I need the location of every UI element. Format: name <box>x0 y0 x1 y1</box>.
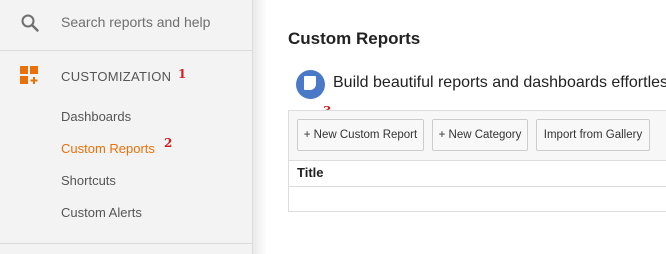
annotation-marker-2: 2 <box>164 136 173 150</box>
table-header: Title <box>289 161 666 187</box>
promo-text: Build beautiful reports and dashboards e… <box>333 74 666 91</box>
sidebar-item-custom-reports[interactable]: Custom Reports <box>61 141 155 156</box>
sidebar-section-label: CUSTOMIZATION <box>61 69 172 84</box>
new-custom-report-button[interactable]: + New Custom Report <box>297 119 424 151</box>
main-content: Custom Reports Build beautiful reports a… <box>268 0 666 254</box>
report-builder-icon <box>296 70 325 99</box>
new-category-button[interactable]: + New Category <box>432 119 528 151</box>
document-icon <box>304 76 316 90</box>
custom-reports-panel: + New Custom Report + New Category Impor… <box>288 110 666 212</box>
sidebar-item-dashboards[interactable]: Dashboards <box>61 109 131 124</box>
annotation-marker-1: 1 <box>178 67 187 81</box>
toolbar: + New Custom Report + New Category Impor… <box>289 111 666 161</box>
column-header-title[interactable]: Title <box>297 165 324 180</box>
sidebar-shadow <box>253 0 267 254</box>
table-row <box>289 187 666 210</box>
customization-icon <box>20 66 38 84</box>
page-title: Custom Reports <box>288 29 421 48</box>
sidebar-item-shortcuts[interactable]: Shortcuts <box>61 173 116 188</box>
search-bar[interactable]: Search reports and help <box>0 0 252 51</box>
search-icon <box>21 14 39 32</box>
sidebar-divider <box>0 243 252 244</box>
import-from-gallery-button[interactable]: Import from Gallery <box>536 119 650 151</box>
sidebar: Search reports and help CUSTOMIZATION Da… <box>0 0 253 254</box>
sidebar-section-customization[interactable]: CUSTOMIZATION <box>0 51 252 101</box>
search-input[interactable]: Search reports and help <box>61 14 210 30</box>
sidebar-item-custom-alerts[interactable]: Custom Alerts <box>61 205 142 220</box>
